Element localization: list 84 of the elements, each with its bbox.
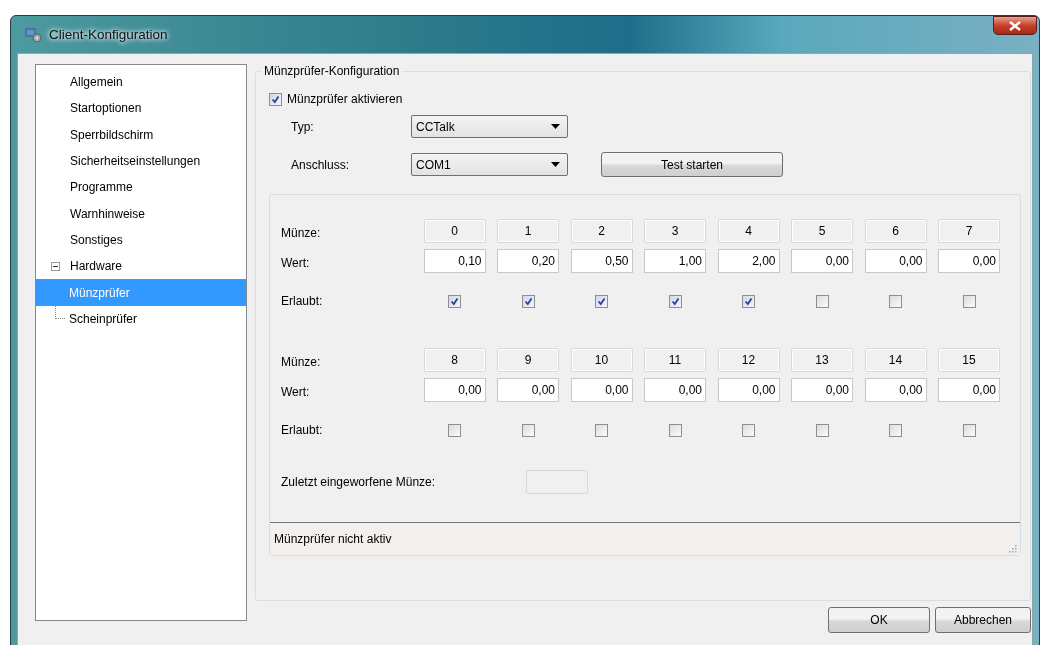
tree-item[interactable]: Sonstiges xyxy=(70,232,123,247)
tree-item[interactable]: Allgemein xyxy=(70,75,123,90)
checkbox[interactable] xyxy=(595,423,608,437)
value-field[interactable]: 2,00 xyxy=(717,249,780,273)
value-field[interactable]: 0,00 xyxy=(717,378,780,402)
coin-number: 2 xyxy=(570,219,633,243)
checkbox[interactable] xyxy=(521,294,535,308)
dropdown[interactable]: COM1 xyxy=(411,153,568,176)
value-field[interactable]: 1,00 xyxy=(644,249,706,273)
group-title: Münzprüfer-Konfiguration xyxy=(261,64,403,78)
coin-number: 5 xyxy=(791,219,853,243)
coin-number: 13 xyxy=(791,348,853,372)
coin-number: 1 xyxy=(497,219,559,243)
checkbox[interactable] xyxy=(668,294,682,308)
coin-number: 12 xyxy=(717,348,780,372)
value-field[interactable]: 0,50 xyxy=(570,249,633,273)
checkbox[interactable] xyxy=(815,423,829,437)
value-field[interactable]: 0,00 xyxy=(791,378,853,402)
gear-window-icon xyxy=(25,26,43,43)
tree-item[interactable]: Scheinprüfer xyxy=(69,311,138,326)
coin-number: 4 xyxy=(717,219,780,243)
tree-item[interactable]: Sperrbildschirm xyxy=(70,127,154,142)
row-label: Erlaubt: xyxy=(281,293,324,308)
coin-number: 6 xyxy=(864,219,927,243)
value-field[interactable]: 0,00 xyxy=(423,378,486,402)
tree-item[interactable]: Warnhinweise xyxy=(70,206,145,221)
checkbox[interactable] xyxy=(448,294,461,308)
checkbox[interactable] xyxy=(668,423,682,437)
value-field[interactable]: 0,10 xyxy=(423,249,486,273)
checkbox[interactable] xyxy=(595,294,608,308)
field-label: Anschluss: xyxy=(291,157,351,172)
checkbox[interactable] xyxy=(889,294,902,308)
close-button[interactable] xyxy=(993,16,1037,35)
value-field[interactable]: 0,00 xyxy=(791,249,853,273)
value-field[interactable]: 0,20 xyxy=(497,249,559,273)
window-title: Client-Konfiguration xyxy=(49,27,168,42)
checkbox[interactable] xyxy=(521,423,535,437)
coin-number: 14 xyxy=(864,348,927,372)
resize-grip-icon xyxy=(1009,545,1017,553)
coin-number: 9 xyxy=(497,348,559,372)
value-field[interactable]: 0,00 xyxy=(938,378,1000,402)
coin-number: 7 xyxy=(938,219,1000,243)
ok-button[interactable]: OK xyxy=(828,607,930,633)
row-label: Münze: xyxy=(281,354,322,369)
coin-number: 3 xyxy=(644,219,706,243)
row-label: Wert: xyxy=(281,255,311,270)
caret-icon xyxy=(551,162,560,167)
dropdown[interactable]: CCTalk xyxy=(411,115,568,138)
checkbox[interactable] xyxy=(815,294,829,308)
checkbox[interactable] xyxy=(962,423,976,437)
value-field[interactable]: 0,00 xyxy=(497,378,559,402)
checkbox[interactable] xyxy=(742,423,755,437)
tree-item[interactable]: Sicherheitseinstellungen xyxy=(70,154,201,169)
caret-icon xyxy=(551,124,560,129)
coin-number: 15 xyxy=(938,348,1000,372)
checkbox[interactable] xyxy=(742,294,755,308)
tree-item[interactable]: Hardware xyxy=(70,259,123,274)
cancel-button[interactable]: Abbrechen xyxy=(935,607,1031,633)
checkbox-label: Münzprüfer aktivieren xyxy=(287,92,403,106)
tree-item[interactable]: Startoptionen xyxy=(70,101,142,116)
collapse-icon[interactable] xyxy=(51,261,60,271)
value-field[interactable]: 0,00 xyxy=(938,249,1000,273)
coin-number: 10 xyxy=(570,348,633,372)
coin-number: 8 xyxy=(423,348,486,372)
last-coin-field xyxy=(526,470,588,494)
checkbox[interactable] xyxy=(448,423,461,437)
row-label: Erlaubt: xyxy=(281,422,324,437)
coin-number: 11 xyxy=(644,348,706,372)
test-button[interactable]: Test starten xyxy=(601,152,783,177)
checkbox[interactable] xyxy=(962,294,976,308)
last-coin-label: Zuletzt eingeworfene Münze: xyxy=(281,475,437,489)
row-label: Wert: xyxy=(281,384,311,399)
value-field[interactable]: 0,00 xyxy=(570,378,633,402)
field-label: Typ: xyxy=(291,119,315,134)
status-text: Münzprüfer nicht aktiv xyxy=(274,532,392,546)
checkbox[interactable] xyxy=(889,423,902,437)
value-field[interactable]: 0,00 xyxy=(864,249,927,273)
value-field[interactable]: 0,00 xyxy=(864,378,927,402)
coin-number: 0 xyxy=(423,219,486,243)
row-label: Münze: xyxy=(281,225,322,240)
close-icon xyxy=(1009,20,1021,31)
value-field[interactable]: 0,00 xyxy=(644,378,706,402)
checkbox[interactable] xyxy=(269,92,282,106)
tree-item[interactable]: Programme xyxy=(70,180,133,195)
